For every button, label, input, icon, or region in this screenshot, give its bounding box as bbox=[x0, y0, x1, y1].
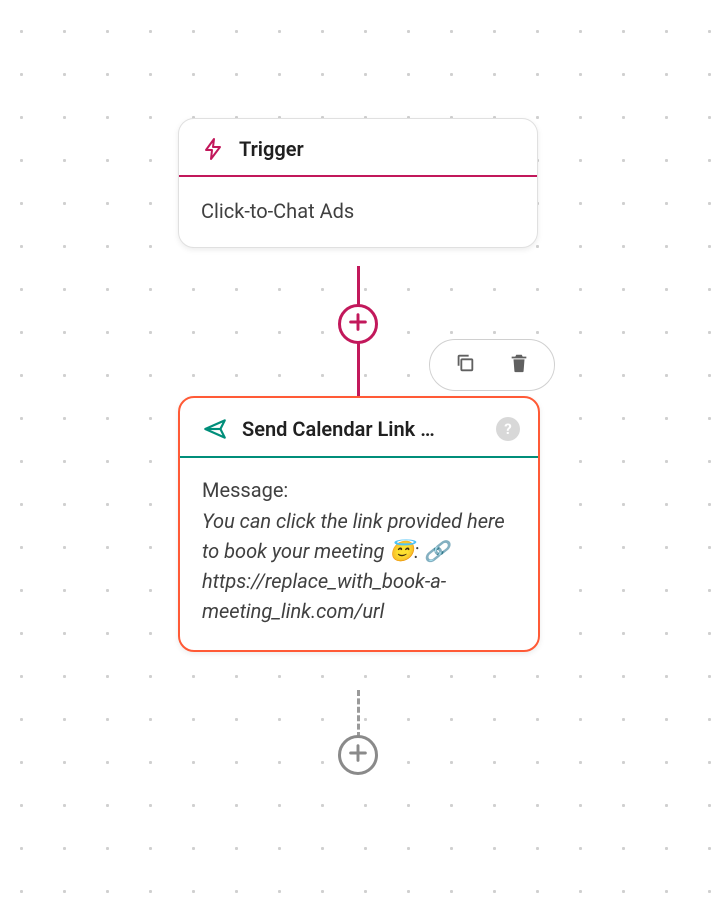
lightning-bolt-icon bbox=[201, 137, 225, 161]
node-toolbar bbox=[429, 339, 555, 391]
trigger-node[interactable]: Trigger Click-to-Chat Ads bbox=[178, 118, 538, 248]
message-text: You can click the link provided here to … bbox=[202, 506, 516, 626]
trigger-subtitle: Click-to-Chat Ads bbox=[179, 177, 537, 247]
copy-button[interactable] bbox=[445, 345, 485, 385]
help-icon[interactable]: ? bbox=[496, 417, 520, 441]
message-label: Message: bbox=[202, 478, 516, 502]
connector-dashed bbox=[357, 690, 360, 738]
copy-icon bbox=[454, 352, 476, 378]
action-node[interactable]: Send Calendar Link … ? Message: You can … bbox=[178, 396, 540, 652]
plus-icon bbox=[347, 311, 369, 337]
delete-button[interactable] bbox=[499, 345, 539, 385]
add-step-end-button[interactable] bbox=[338, 735, 378, 775]
action-title: Send Calendar Link … bbox=[242, 417, 488, 441]
action-body: Message: You can click the link provided… bbox=[180, 458, 538, 650]
action-header: Send Calendar Link … ? bbox=[180, 398, 538, 458]
add-step-button[interactable] bbox=[338, 304, 378, 344]
send-icon bbox=[202, 416, 228, 442]
trigger-title: Trigger bbox=[239, 137, 304, 161]
plus-icon bbox=[347, 742, 369, 768]
trash-icon bbox=[508, 352, 530, 378]
workflow-canvas[interactable]: Trigger Click-to-Chat Ads bbox=[0, 0, 713, 911]
trigger-header: Trigger bbox=[179, 119, 537, 177]
